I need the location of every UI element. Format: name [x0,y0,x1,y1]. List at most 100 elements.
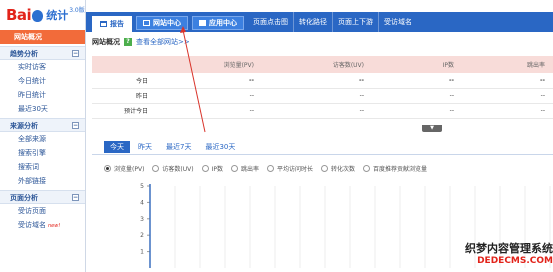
sidebar-group-header[interactable]: 趋势分析 − [0,46,85,60]
sidebar-item[interactable]: 受访页面 [0,204,85,218]
sidebar-item[interactable]: 搜索词 [0,160,85,174]
sidebar-item[interactable]: 外部链接 [0,174,85,188]
table-row: 预计今日 -- -- -- -- [92,103,553,119]
watermark-line2: DEDECMS.COM [477,256,553,266]
sidebar-group-header[interactable]: 页面分析 − [0,190,85,204]
metric-option-avg-time[interactable]: 平均访问时长 [267,164,313,173]
y-tick-label: 3 [140,216,144,223]
table-cell: -- [262,103,372,119]
table-row: 昨日 -- -- -- -- [92,88,553,104]
metric-option-pv[interactable]: 浏览量(PV) [104,164,144,173]
tab-label: 网站中心 [153,19,181,27]
sidebar-item[interactable]: 今日统计 [0,74,85,88]
table-cell: -- [372,103,462,119]
sidebar-item[interactable]: 搜索引擎 [0,146,85,160]
metric-label: 跳出率 [240,166,259,173]
watermark: 织梦内容管理系统 DEDECMS.COM [438,240,553,270]
sidebar-item-label: 受访域名 [18,221,46,229]
tab-label: 报告 [110,20,124,28]
table-cell: -- [152,103,262,119]
sidebar-group-trend: 趋势分析 − 实时访客 今日统计 昨日统计 最近30天 [0,46,85,116]
expand-toggle-icon[interactable]: ▼ [422,125,442,132]
sidebar-group-title: 页面分析 [10,194,38,202]
metric-label: 转化次数 [331,166,356,173]
tab-last-7-days[interactable]: 最近7天 [160,141,197,153]
table-header: IP数 [372,56,462,73]
divider [92,154,553,155]
table-header: 跳出率 [462,56,553,73]
table-cell: -- [462,73,553,89]
metric-option-conversions[interactable]: 转化次数 [321,164,355,173]
top-navigation: 报告 网站中心 应用中心 页面点击图 转化路径 页面上下游 受访域名 [86,12,553,32]
baidu-tongji-logo[interactable]: Bai 统计 3.0版 [0,0,85,30]
view-all-sites-link[interactable]: 查看全部网站>> [136,37,190,47]
web-icon [143,20,150,26]
sidebar-item-overview[interactable]: 网站概况 [0,30,85,44]
collapse-icon[interactable]: − [72,194,79,201]
row-label: 今日 [92,73,152,89]
metric-label: 访客数(UV) [162,166,194,173]
baidu-paw-icon [32,10,44,22]
help-icon[interactable]: ? [124,38,132,46]
summary-table-wrapper: 浏览量(PV) 访客数(UV) IP数 跳出率 今日 -- -- -- -- 昨… [92,56,553,132]
tab-report[interactable]: 报告 [92,16,132,32]
sidebar-group-title: 来源分析 [10,122,38,130]
overview-header: 网站概况 ? 查看全部网站>> [92,37,190,47]
radio-icon[interactable] [152,165,160,172]
table-cell: -- [152,73,262,89]
sidebar-item[interactable]: 最近30天 [0,102,85,116]
tab-app-center[interactable]: 应用中心 [192,16,244,30]
metric-option-uv[interactable]: 访客数(UV) [152,164,194,173]
radio-icon[interactable] [201,165,209,172]
row-label: 预计今日 [92,103,152,119]
radio-icon[interactable] [267,165,274,172]
app-icon [199,20,206,26]
tab-yesterday[interactable]: 昨天 [132,141,158,153]
radio-selected-icon[interactable] [104,165,111,172]
table-cell: -- [372,88,462,104]
home-icon [100,21,107,27]
metric-option-bounce[interactable]: 跳出率 [230,164,259,173]
sidebar-item[interactable]: 昨日统计 [0,88,85,102]
tab-label: 应用中心 [209,19,237,27]
sidebar-item-visited-domain[interactable]: 受访域名 new! [0,218,85,232]
tab-web-center[interactable]: 网站中心 [136,16,188,30]
metric-label: 平均访问时长 [277,166,314,173]
collapse-icon[interactable]: − [72,122,79,129]
nav-link-click-map[interactable]: 页面点击图 [248,12,293,32]
metric-label: 百度推荐贡献浏览量 [373,166,428,173]
sidebar-group-header[interactable]: 来源分析 − [0,118,85,132]
table-header: 浏览量(PV) [152,56,262,73]
metric-label: IP数 [211,166,223,173]
logo-brand-tj: 统计 [46,9,69,22]
y-tick-label: 5 [140,183,144,190]
metric-label: 浏览量(PV) [114,166,145,173]
row-label: 昨日 [92,88,152,104]
table-cell: -- [262,88,372,104]
y-tick-label: 1 [140,249,144,256]
page-title: 网站概况 [92,38,120,46]
nav-link-visited-domain[interactable]: 受访域名 [378,12,417,32]
metric-option-ip[interactable]: IP数 [201,164,223,173]
radio-icon[interactable] [363,165,371,172]
sidebar-item[interactable]: 全部来源 [0,132,85,146]
tab-today[interactable]: 今天 [104,141,130,153]
collapse-icon[interactable]: − [72,50,79,57]
table-cell: -- [372,73,462,89]
radio-icon[interactable] [321,165,329,172]
tab-last-30-days[interactable]: 最近30天 [199,141,241,153]
radio-icon[interactable] [230,165,238,172]
table-cell: -- [462,103,553,119]
new-badge: new! [48,223,61,229]
metric-option-baidu-recommend[interactable]: 百度推荐贡献浏览量 [363,164,427,173]
watermark-line1: 织梦内容管理系统 [465,242,553,255]
table-cell: -- [462,88,553,104]
nav-link-page-flow[interactable]: 页面上下游 [332,12,378,32]
logo-brand-bai: Bai [6,6,32,24]
y-tick-label: 4 [140,199,144,206]
sidebar-group-pages: 页面分析 − 受访页面 受访域名 new! [0,190,85,232]
sidebar-group-title: 趋势分析 [10,50,38,58]
table-row: 今日 -- -- -- -- [92,73,553,89]
sidebar-item[interactable]: 实时访客 [0,60,85,74]
nav-link-conversion-path[interactable]: 转化路径 [293,12,332,32]
